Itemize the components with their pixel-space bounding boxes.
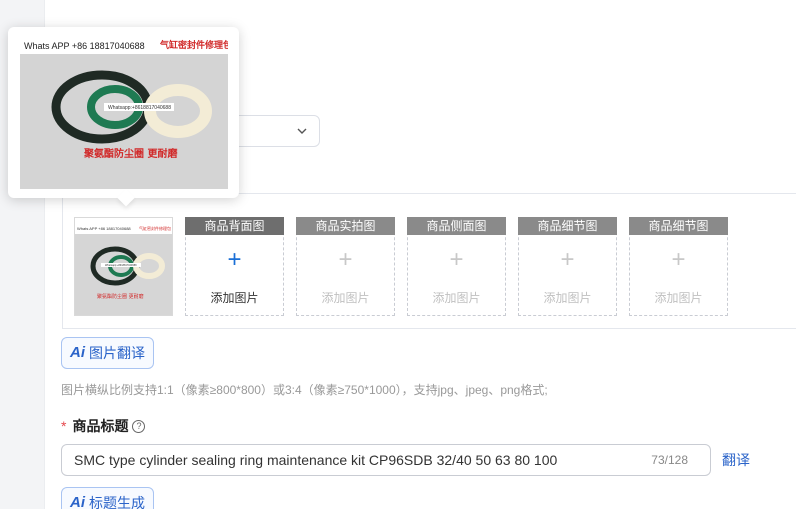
slot-header: 商品实拍图 [296, 217, 395, 235]
preview-banner-left: Whats APP +86 18817040688 [24, 41, 145, 51]
slot-side-image[interactable]: 商品侧面图 + 添加图片 [407, 217, 506, 316]
plus-icon: + [227, 246, 242, 273]
plus-icon: + [560, 246, 575, 273]
required-mark: * [61, 418, 67, 434]
image-format-hint: 图片横纵比例支持1:1（像素≥800*800）或3:4（像素≥750*1000）… [61, 383, 548, 397]
thumb-banner-right: 气缸密封件修理包 [139, 225, 171, 231]
preview-caption: 聚氨酯防尘圈 更耐磨 [83, 147, 178, 160]
slot-label: 添加图片 [210, 291, 259, 305]
title-field-label: * 商品标题 ? [61, 416, 146, 436]
plus-icon: + [449, 246, 464, 273]
image-translate-label: 图片翻译 [89, 345, 145, 361]
title-translate-link[interactable]: 翻译 [722, 450, 750, 470]
ai-icon: Ai [70, 494, 85, 509]
slot-label: 添加图片 [321, 291, 370, 305]
preview-image: Whats APP +86 18817040688 气缸密封件修理包 Whats… [20, 37, 228, 189]
title-label-text: 商品标题 [72, 418, 129, 434]
main-product-image[interactable]: Whats APP +86 18817040688 气缸密封件修理包 Whats… [74, 217, 173, 316]
preview-photo: Whats APP +86 18817040688 气缸密封件修理包 Whats… [20, 37, 228, 189]
product-photo: Whats APP +86 18817040688 气缸密封件修理包 Whats… [75, 218, 172, 315]
slot-label: 添加图片 [654, 291, 703, 305]
thumb-watermark: Whatsapp:+8618817040688 [105, 264, 137, 267]
title-generate-button[interactable]: Ai 标题生成 [61, 487, 154, 509]
category-select[interactable] [230, 115, 320, 147]
slot-header: 商品细节图 [518, 217, 617, 235]
plus-icon: + [671, 246, 686, 273]
slot-detail-image-2[interactable]: 商品细节图 + 添加图片 [629, 217, 728, 316]
plus-icon: + [338, 246, 353, 273]
question-circle-icon[interactable]: ? [132, 419, 146, 433]
ai-icon: Ai [70, 344, 85, 361]
title-char-counter: 73/128 [651, 453, 688, 467]
slot-detail-image-1[interactable]: 商品细节图 + 添加图片 [518, 217, 617, 316]
title-generate-label: 标题生成 [89, 495, 145, 509]
slot-back-image[interactable]: 商品背面图 + 添加图片 [185, 217, 284, 316]
slot-header: 商品侧面图 [407, 217, 506, 235]
product-title-input[interactable]: SMC type cylinder sealing ring maintenan… [61, 444, 711, 476]
slot-label: 添加图片 [543, 291, 592, 305]
image-preview-popover: Whats APP +86 18817040688 气缸密封件修理包 Whats… [8, 27, 239, 207]
slot-label: 添加图片 [432, 291, 481, 305]
thumb-caption: 聚氨酯防尘圈 更耐磨 [97, 293, 144, 300]
slot-real-shot-image[interactable]: 商品实拍图 + 添加图片 [296, 217, 395, 316]
chevron-down-icon [297, 128, 307, 134]
slot-header: 商品背面图 [185, 217, 284, 235]
preview-watermark: Whatsapp:+8618817040688 [108, 105, 171, 111]
preview-banner-right: 气缸密封件修理包 [159, 39, 228, 51]
slot-header: 商品细节图 [629, 217, 728, 235]
title-input-value: SMC type cylinder sealing ring maintenan… [74, 452, 558, 468]
image-translate-button[interactable]: Ai 图片翻译 [61, 337, 154, 369]
thumb-banner-left: Whats APP +86 18817040688 [77, 226, 131, 231]
